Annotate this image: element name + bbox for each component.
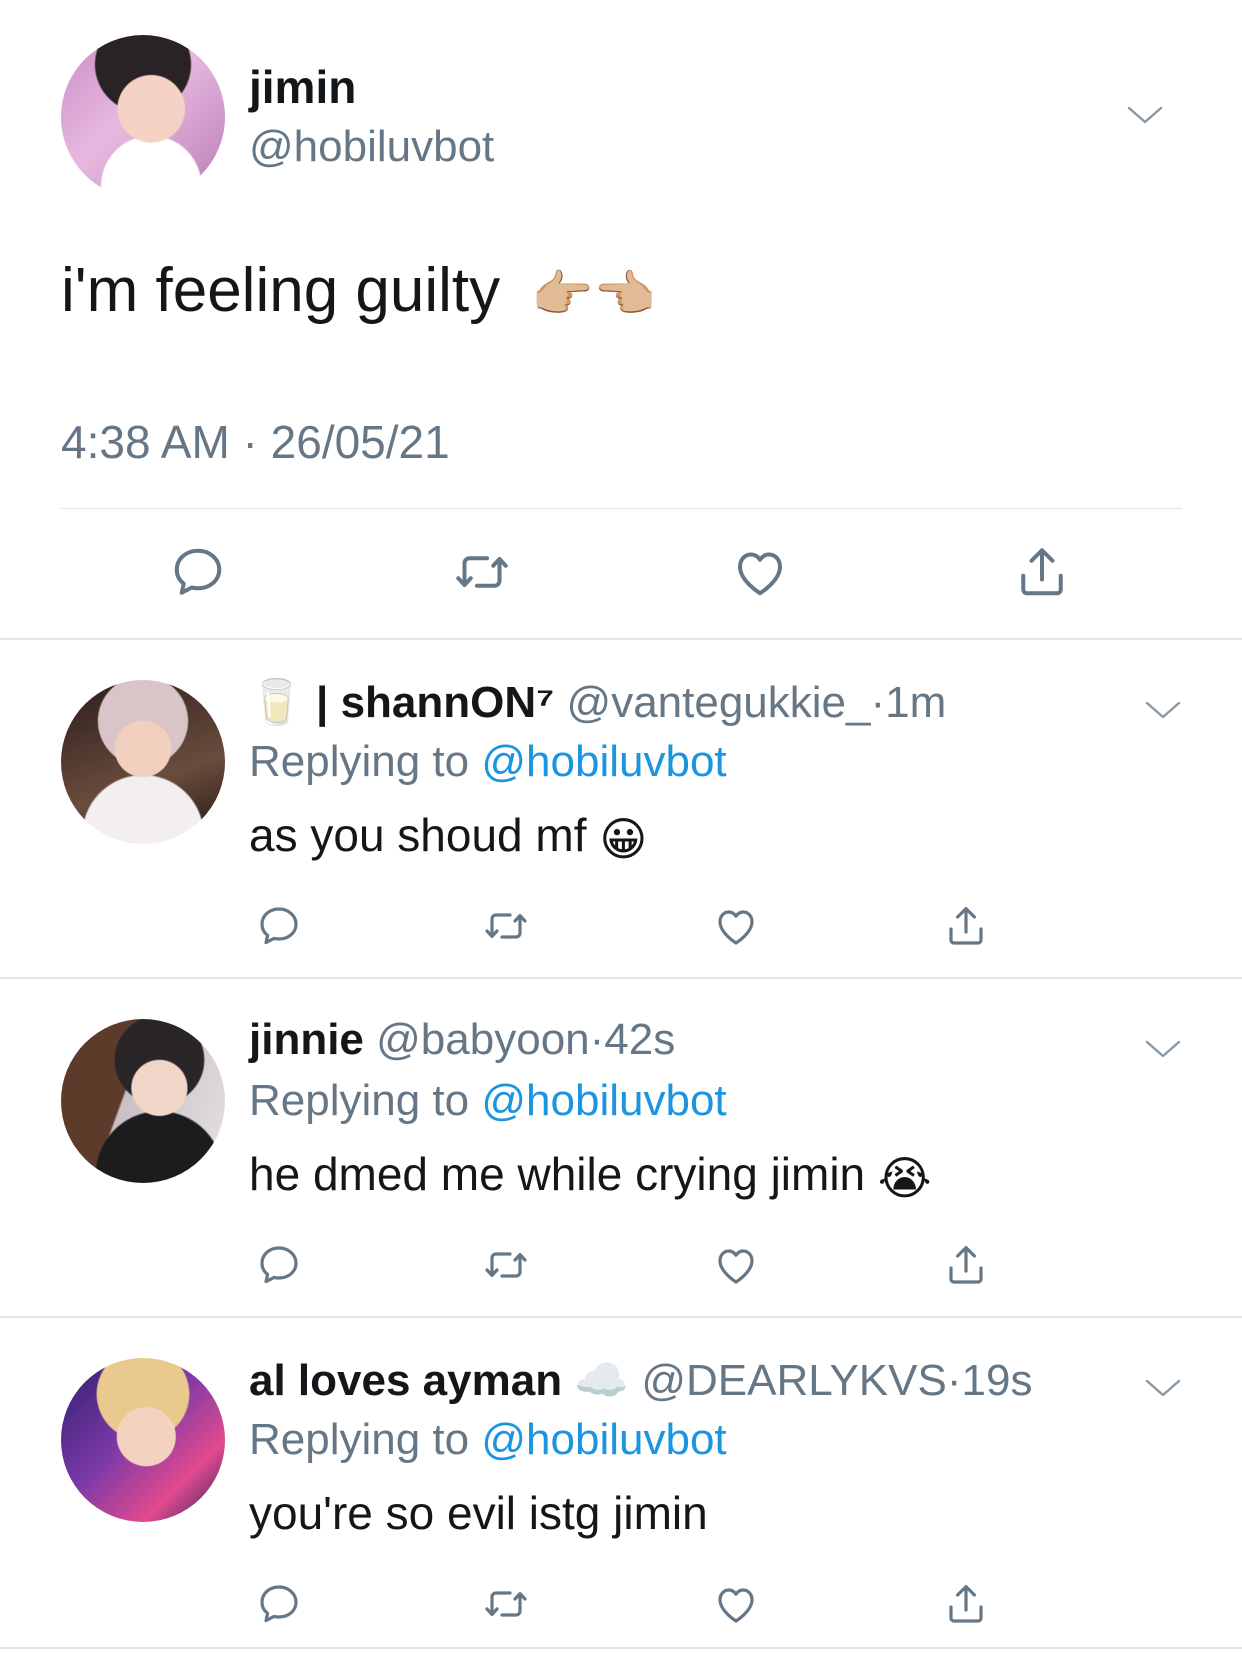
author-handle[interactable]: @hobiluvbot	[249, 122, 494, 172]
share-icon[interactable]	[1012, 542, 1072, 602]
separator: ·	[589, 1015, 605, 1064]
replying-to: Replying to @hobiluvbot	[249, 737, 727, 787]
retweet-icon[interactable]	[482, 1580, 530, 1628]
separator: ·	[870, 678, 886, 727]
divider	[61, 508, 1182, 509]
reply-icon[interactable]	[168, 542, 228, 602]
reply-tweet[interactable]: al loves ayman ☁️ @DEARLYKVS·19s Replyin…	[0, 1318, 1242, 1654]
cloud-emoji: ☁️	[574, 1356, 630, 1405]
like-icon[interactable]	[712, 902, 760, 950]
separator: ·	[946, 1356, 962, 1405]
author-handle[interactable]: @vantegukkie_	[567, 678, 871, 727]
like-icon[interactable]	[730, 542, 790, 602]
reply-header: jinnie @babyoon·42s	[249, 1015, 675, 1065]
avatar[interactable]	[61, 680, 225, 844]
author-name[interactable]: al loves ayman	[249, 1356, 562, 1405]
crying-face-emoji: 😭	[877, 1151, 932, 1204]
avatar[interactable]	[61, 35, 225, 199]
replying-to: Replying to @hobiluvbot	[249, 1415, 727, 1465]
finger-left-emoji: 👈🏼	[593, 266, 656, 323]
reply-text: as you shoud mf 😀	[249, 808, 647, 866]
pointing-fingers-emoji: 👉🏼👈🏼	[531, 265, 656, 324]
reply-text-body: you're so evil istg jimin	[249, 1487, 708, 1539]
avatar[interactable]	[61, 1358, 225, 1522]
chevron-down-icon[interactable]	[1145, 1039, 1181, 1059]
tweet-text-body: i'm feeling guilty	[61, 256, 501, 325]
share-icon[interactable]	[942, 1241, 990, 1289]
share-icon[interactable]	[942, 1580, 990, 1628]
avatar[interactable]	[61, 1019, 225, 1183]
reply-tweet[interactable]: jinnie @babyoon·42s Replying to @hobiluv…	[0, 979, 1242, 1315]
reply-header: 🥛 | shannON⁷ @vantegukkie_·1m	[249, 676, 946, 728]
reply-icon[interactable]	[255, 1580, 303, 1628]
chevron-down-icon[interactable]	[1145, 700, 1181, 720]
replying-label: Replying to	[249, 1076, 470, 1125]
reply-text-body: he dmed me while crying jimin	[249, 1148, 866, 1200]
chevron-down-icon[interactable]	[1145, 1378, 1181, 1398]
like-icon[interactable]	[712, 1241, 760, 1289]
finger-right-emoji: 👉🏼	[531, 266, 594, 323]
like-icon[interactable]	[712, 1580, 760, 1628]
reply-text: he dmed me while crying jimin 😭	[249, 1147, 932, 1205]
tweet-text: i'm feeling guilty 👉🏼👈🏼	[61, 255, 656, 326]
retweet-icon[interactable]	[482, 1241, 530, 1289]
reply-icon[interactable]	[255, 902, 303, 950]
author-handle[interactable]: @babyoon	[376, 1015, 590, 1064]
author-name[interactable]: | shannON⁷	[316, 678, 554, 727]
reply-header: al loves ayman ☁️ @DEARLYKVS·19s	[249, 1354, 1032, 1406]
grinning-face-emoji: 😀	[599, 812, 648, 865]
reply-time[interactable]: 1m	[885, 678, 946, 727]
mention-link[interactable]: @hobiluvbot	[481, 1076, 726, 1125]
reply-tweet[interactable]: 🥛 | shannON⁷ @vantegukkie_·1m Replying t…	[0, 640, 1242, 976]
tweet-timestamp[interactable]: 4:38 AM · 26/05/21	[61, 415, 450, 469]
retweet-icon[interactable]	[482, 902, 530, 950]
milk-emoji: 🥛	[249, 678, 304, 727]
chevron-down-icon[interactable]	[1127, 105, 1163, 125]
reply-text-body: as you shoud mf	[249, 809, 587, 861]
mention-link[interactable]: @hobiluvbot	[481, 1415, 726, 1464]
replying-label: Replying to	[249, 1415, 470, 1464]
reply-text: you're so evil istg jimin	[249, 1486, 708, 1540]
reply-icon[interactable]	[255, 1241, 303, 1289]
main-tweet: jimin @hobiluvbot i'm feeling guilty 👉🏼👈…	[0, 0, 1242, 640]
replying-label: Replying to	[249, 737, 470, 786]
share-icon[interactable]	[942, 902, 990, 950]
author-name[interactable]: jimin	[249, 60, 356, 114]
mention-link[interactable]: @hobiluvbot	[481, 737, 726, 786]
reply-time[interactable]: 42s	[604, 1015, 675, 1064]
replying-to: Replying to @hobiluvbot	[249, 1076, 727, 1126]
author-handle[interactable]: @DEARLYKVS	[641, 1356, 947, 1405]
author-name[interactable]: jinnie	[249, 1015, 364, 1064]
retweet-icon[interactable]	[452, 542, 512, 602]
reply-time[interactable]: 19s	[962, 1356, 1033, 1405]
